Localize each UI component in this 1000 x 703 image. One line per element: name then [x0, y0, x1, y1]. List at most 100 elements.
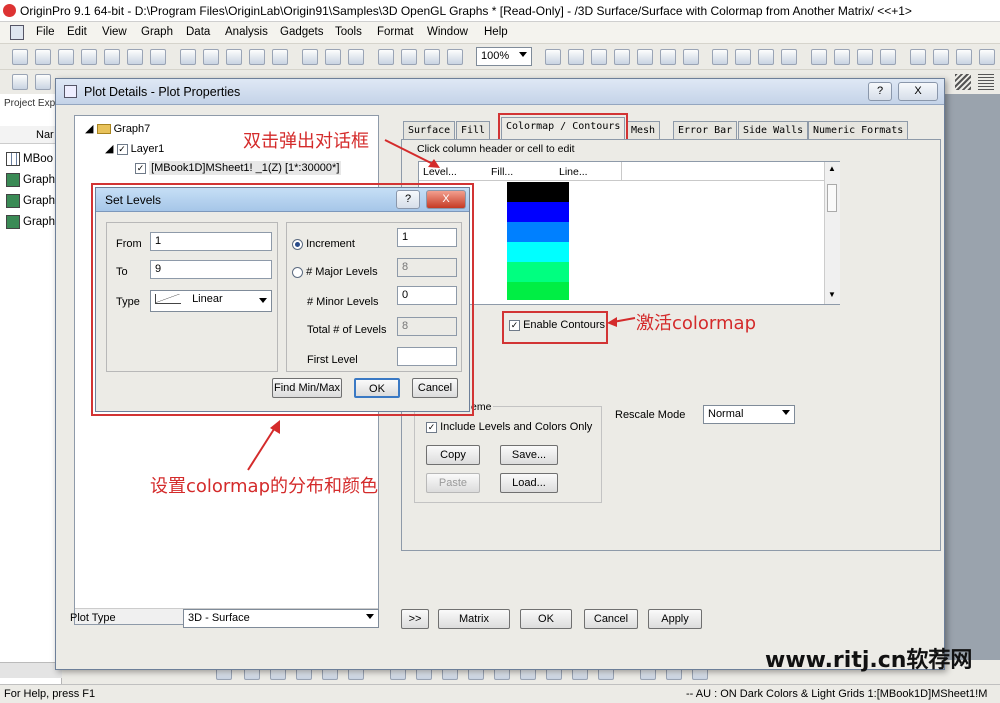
column-header-line[interactable]: Line... [559, 166, 588, 178]
menu-edit[interactable]: Edit [67, 26, 87, 38]
command-window-icon[interactable] [614, 49, 630, 65]
plot-type-select[interactable]: 3D - Surface [183, 609, 379, 628]
cancel-button[interactable]: Cancel [412, 378, 458, 398]
duplicate-icon[interactable] [545, 49, 561, 65]
menu-tools[interactable]: Tools [335, 26, 362, 38]
align-left-icon[interactable] [910, 49, 926, 65]
tab-error-bar[interactable]: Error Bar [673, 121, 738, 139]
menu-view[interactable]: View [102, 26, 127, 38]
fill-cell[interactable] [507, 182, 569, 202]
new-graph-icon[interactable] [81, 49, 97, 65]
find-min-max-button[interactable]: Find Min/Max [272, 378, 342, 398]
new-project-icon[interactable] [12, 49, 28, 65]
type-select[interactable]: Linear [150, 290, 272, 312]
menu-file[interactable]: File [36, 26, 55, 38]
name-column-header[interactable]: Nar [0, 126, 62, 144]
fill-pattern-icon[interactable] [955, 74, 971, 90]
align-right-icon[interactable] [956, 49, 972, 65]
code-builder-icon[interactable] [568, 49, 584, 65]
zoom-select[interactable]: 100% [476, 47, 532, 66]
tab-fill[interactable]: Fill [456, 121, 491, 139]
from-field[interactable]: 1 [150, 232, 272, 251]
tab-numeric-formats[interactable]: Numeric Formats [808, 121, 909, 139]
align-center-icon[interactable] [933, 49, 949, 65]
menu-help[interactable]: Help [484, 26, 508, 38]
minor-levels-field[interactable]: 0 [397, 286, 457, 305]
print-icon[interactable] [424, 49, 440, 65]
column-header-fill[interactable]: Fill... [491, 166, 513, 178]
scroll-up-icon[interactable]: ▲ [828, 164, 836, 173]
import-icon[interactable] [302, 49, 318, 65]
scroll-down-icon[interactable]: ▼ [828, 290, 836, 299]
layer-icon[interactable] [811, 49, 827, 65]
tab-mesh[interactable]: Mesh [626, 121, 661, 139]
close-button[interactable]: X [898, 82, 938, 101]
matrix-button[interactable]: Matrix [438, 609, 510, 629]
major-levels-radio[interactable]: # Major Levels [292, 266, 378, 278]
menu-format[interactable]: Format [377, 26, 413, 38]
help-button[interactable]: ? [868, 82, 892, 101]
more-button[interactable]: >> [401, 609, 429, 629]
pattern-icon[interactable] [880, 49, 896, 65]
save-button[interactable]: Save... [500, 445, 558, 465]
plot-checkbox[interactable]: ✓ [135, 162, 146, 174]
menu-analysis[interactable]: Analysis [225, 26, 268, 38]
ok-button[interactable]: OK [354, 378, 400, 398]
fill-cell[interactable] [507, 222, 569, 242]
smart-hint-icon[interactable] [683, 49, 699, 65]
include-levels-checkbox[interactable]: ✓ Include Levels and Colors Only [426, 421, 592, 433]
color-icon[interactable] [857, 49, 873, 65]
first-level-field[interactable] [397, 347, 457, 366]
save-template-icon[interactable] [272, 49, 288, 65]
line-style-icon[interactable] [978, 74, 994, 90]
fill-cell[interactable] [507, 242, 569, 262]
open-template-icon[interactable] [203, 49, 219, 65]
collapse-icon[interactable]: ◢ [105, 143, 113, 155]
close-button[interactable]: X [426, 190, 466, 209]
menu-graph[interactable]: Graph [141, 26, 173, 38]
menu-window[interactable]: Window [427, 26, 468, 38]
settings-icon[interactable] [758, 49, 774, 65]
increment-field[interactable]: 1 [397, 228, 457, 247]
new-layout-icon[interactable] [104, 49, 120, 65]
open-excel-icon[interactable] [226, 49, 242, 65]
increment-radio[interactable]: Increment [292, 238, 355, 250]
collapse-icon[interactable]: ◢ [85, 123, 93, 135]
enable-contours-checkbox[interactable]: ✓ Enable Contours [509, 319, 605, 331]
fill-cell[interactable] [507, 262, 569, 282]
new-function-icon[interactable] [150, 49, 166, 65]
new-workbook-icon[interactable] [35, 49, 51, 65]
paste-button[interactable]: Paste [426, 473, 480, 493]
refresh-icon[interactable] [447, 49, 463, 65]
project-explorer-icon[interactable] [637, 49, 653, 65]
fill-cell[interactable] [507, 282, 569, 300]
import-wizard-icon[interactable] [325, 49, 341, 65]
tree-item-layer[interactable]: ◢ ✓ Layer1 [105, 142, 164, 155]
import-multiple-icon[interactable] [348, 49, 364, 65]
new-matrix-icon[interactable] [58, 49, 74, 65]
horizontal-scrollbar[interactable] [0, 662, 62, 678]
recalculate-icon[interactable] [378, 49, 394, 65]
tree-item-graph[interactable]: ◢ Graph7 [85, 122, 150, 135]
help-icon[interactable] [781, 49, 797, 65]
axis-icon[interactable] [834, 49, 850, 65]
batch-plot-icon[interactable] [401, 49, 417, 65]
layer-checkbox[interactable]: ✓ [116, 143, 128, 155]
scroll-thumb[interactable] [827, 184, 837, 212]
help-button[interactable]: ? [396, 190, 420, 209]
to-field[interactable]: 9 [150, 260, 272, 279]
distribute-icon[interactable] [979, 49, 995, 65]
load-button[interactable]: Load... [500, 473, 558, 493]
results-log-icon[interactable] [591, 49, 607, 65]
grid-scrollbar[interactable]: ▲ ▼ [824, 162, 840, 304]
rescale-mode-select[interactable]: Normal [703, 405, 795, 424]
tab-side-walls[interactable]: Side Walls [738, 121, 809, 139]
major-levels-field[interactable]: 8 [397, 258, 457, 277]
cut-icon[interactable] [12, 74, 28, 90]
menu-data[interactable]: Data [186, 26, 210, 38]
tree-item-plot[interactable]: ✓ [MBook1D]MSheet1! _1(Z) [1*:30000*] [135, 161, 342, 175]
new-folder-icon[interactable] [712, 49, 728, 65]
open-icon[interactable] [180, 49, 196, 65]
apply-button[interactable]: Apply [648, 609, 702, 629]
new-notes-icon[interactable] [127, 49, 143, 65]
